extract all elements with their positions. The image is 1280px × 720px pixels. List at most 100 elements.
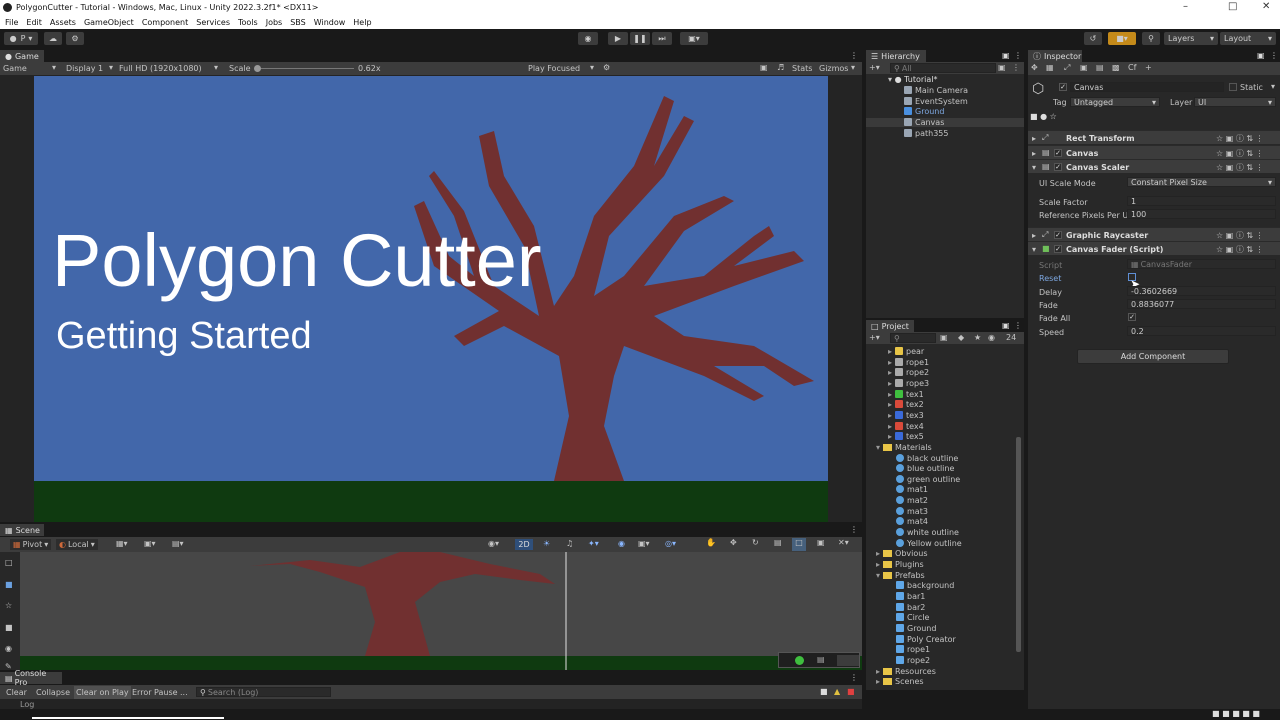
more-icon[interactable]: ⋮ [1014,321,1022,330]
canvas-enabled-checkbox[interactable]: ✓ [1054,149,1062,157]
hierarchy-item[interactable]: EventSystem [866,96,1024,106]
record-icon[interactable]: ◉ [578,32,598,45]
active-checkbox[interactable]: ✓ [1059,83,1067,91]
project-item[interactable]: ▸ Obvious [876,549,927,558]
project-item[interactable]: ▾ Materials [876,443,932,452]
volume-icon[interactable]: ♬ [777,63,784,72]
project-item[interactable]: white outline [888,528,959,537]
scale-slider-handle[interactable] [254,65,261,72]
tab-game[interactable]: ● Game [0,50,44,62]
preset-icon[interactable]: ☆ ▣ ⓘ ⇅ ⋮ [1216,148,1264,159]
scale-tool-icon[interactable]: ▤ [774,538,782,547]
move-tool-icon[interactable]: ✥ [1031,63,1038,72]
add-icon[interactable]: +▾ [869,333,880,342]
console-search-input[interactable]: ⚲ Search (Log) [196,687,331,697]
pause-button[interactable]: ❚❚ [630,32,650,45]
project-item[interactable]: mat2 [888,496,928,505]
scale-factor-field[interactable]: 1 [1127,196,1276,206]
star-icon[interactable]: ☆ [5,601,12,610]
audio-icon[interactable]: ♫ [566,539,573,548]
account-button[interactable]: ● P ▾ [4,32,38,45]
menu-help[interactable]: Help [353,18,371,27]
layout-dropdown[interactable]: Layout ▾ [1220,32,1276,45]
hierarchy-search-input[interactable]: ⚲ All [890,63,996,73]
label-icons[interactable]: ■ ● ☆ [1030,112,1057,121]
project-item[interactable]: Ground [888,623,936,633]
increment-snap-icon[interactable]: ▣▾ [144,539,156,548]
project-item[interactable]: ▸ tex2 [888,400,924,409]
component-canvas-fader[interactable]: ▾ ■ ✓ Canvas Fader (Script) ☆ ▣ ⓘ ⇅ ⋮ [1028,241,1280,255]
pivot-dropdown[interactable]: ▦ Pivot ▾ [10,539,52,550]
hidden-objects-icon[interactable]: ◉ [618,539,625,548]
error-filter-icon[interactable]: ■ [847,687,855,696]
expand-tool-icon[interactable]: ⤢ [1064,63,1070,73]
snap-settings-icon[interactable]: ▣▾ [680,32,708,45]
preview-slot[interactable] [837,655,859,666]
delay-field[interactable]: -0.3602669 [1127,286,1276,296]
project-item[interactable]: rope2 [888,655,930,665]
project-search-input[interactable]: ⚲ [890,333,936,343]
warning-filter-icon[interactable]: ▲ [834,687,840,696]
scene-root[interactable]: ▾ ● Tutorial* [888,75,938,84]
project-item[interactable]: ▸ tex1 [888,389,924,399]
scale-slider[interactable] [256,68,354,69]
tab-project[interactable]: □ Project [866,320,914,332]
more-button[interactable]: ... [180,688,188,697]
hand-tool-icon[interactable]: ✋ [706,538,716,547]
menu-edit[interactable]: Edit [26,18,42,27]
project-item[interactable]: ▸ rope1 [888,357,929,367]
project-scrollbar[interactable] [1016,437,1021,652]
menu-services[interactable]: Services [196,18,230,27]
layout-tool-icon[interactable]: ▤ [1096,63,1104,72]
ui-scale-mode-dropdown[interactable]: Constant Pixel Size ▾ [1127,177,1276,187]
camera-icon[interactable]: ▣▾ [638,539,650,548]
project-item[interactable]: mat4 [888,517,928,526]
custom-tool-icon[interactable]: ✕▾ [838,538,849,547]
clear-button[interactable]: Clear [6,688,27,697]
game-viewport[interactable]: Polygon Cutter Getting Started [0,75,862,522]
fade-all-checkbox[interactable]: ✓ [1128,313,1136,321]
tab-inspector[interactable]: ⓘ Inspector [1028,50,1082,62]
rect-snap-icon[interactable]: ▤▾ [172,539,184,548]
frame-tool-icon[interactable]: ▣ [1080,63,1088,72]
toggle-2d-button[interactable]: 2D [515,539,533,550]
preset-icon[interactable]: ☆ ▣ ⓘ ⇅ ⋮ [1216,230,1264,241]
add-component-button[interactable]: Add Component [1077,349,1229,364]
collab-icon[interactable]: ⚙ [66,32,84,45]
more-icon[interactable]: ⋮ [1270,51,1278,60]
gizmos-button[interactable]: Gizmos [819,64,848,73]
cloud-icon[interactable]: ☁ [44,32,62,45]
add-icon[interactable]: +▾ [869,63,880,72]
effects-icon[interactable]: ✦▾ [588,539,599,548]
preset-icon[interactable]: ☆ ▣ ⓘ ⇅ ⋮ [1216,244,1264,255]
rect-tool-icon[interactable]: □ [792,538,806,551]
step-button[interactable]: ⏭ [652,32,672,45]
lock-icon[interactable]: ▣ [1257,51,1265,60]
fade-field[interactable]: 0.8836077 [1127,299,1276,309]
camera-preview-icon[interactable]: ▤ [817,655,825,664]
lock-icon[interactable]: ▣ [1002,321,1010,330]
tab-scene[interactable]: ▦ Scene [0,524,44,536]
transform-tool-icon[interactable]: ▣ [817,538,825,547]
stats-button[interactable]: Stats [792,64,812,73]
project-item[interactable]: rope1 [888,645,930,654]
draw-mode-icon[interactable]: ◉▾ [488,539,499,548]
project-item[interactable]: mat1 [888,485,928,494]
project-item[interactable]: Yellow outline [888,538,962,548]
close-icon[interactable]: ✕ [1262,1,1270,12]
save-icon[interactable]: ■ [5,580,13,589]
add-tool-icon[interactable]: + [1145,63,1152,72]
menu-window[interactable]: Window [314,18,346,27]
project-item[interactable]: Circle [888,613,929,622]
gizmos-icon[interactable]: ◎▾ [665,539,676,548]
status-icons[interactable]: ■ ■ ■ ■ ■ [1212,709,1260,718]
collider-tool-icon[interactable]: ▩ [1112,63,1120,72]
menu-gameobject[interactable]: GameObject [84,18,134,27]
tab-console-pro[interactable]: ▤ Console Pro [0,669,62,687]
tab-hierarchy[interactable]: ☰ Hierarchy [866,50,926,62]
hierarchy-item[interactable]: Canvas [866,118,1024,128]
pen-icon[interactable]: ✎ [5,662,12,671]
project-item[interactable]: bar2 [888,602,925,612]
hierarchy-item[interactable]: Ground [866,107,1024,116]
menu-assets[interactable]: Assets [50,18,76,27]
